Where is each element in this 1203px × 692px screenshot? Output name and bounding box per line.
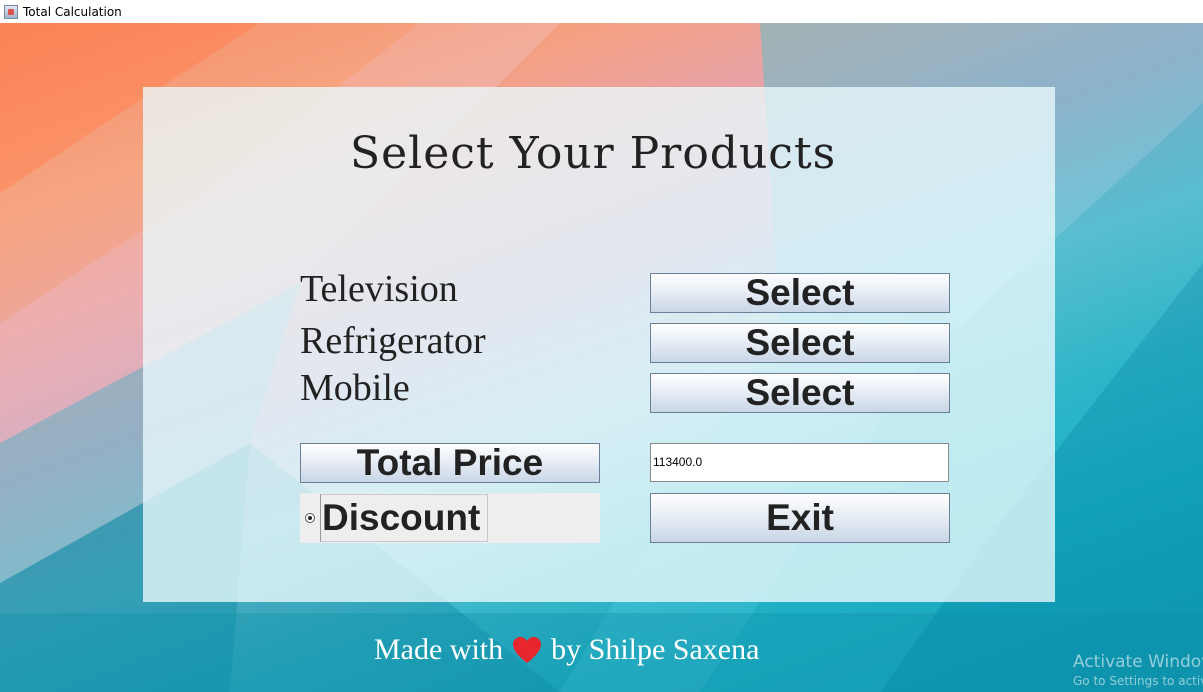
product-label-refrigerator: Refrigerator	[300, 320, 486, 362]
product-label-television: Television	[300, 268, 458, 310]
select-television-button[interactable]: Select	[650, 272, 950, 313]
watermark-subtitle: Go to Settings to activate Windows.	[1073, 674, 1203, 688]
discount-radio[interactable]	[305, 513, 315, 523]
total-price-field[interactable]: 113400.0	[650, 443, 949, 482]
window-title: Total Calculation	[23, 4, 122, 19]
watermark-title: Activate Windows	[1073, 652, 1203, 672]
activate-windows-watermark: Activate Windows Go to Settings to activ…	[1073, 652, 1203, 688]
footer-credit: Made with by Shilpe Saxena	[374, 633, 759, 667]
select-mobile-button[interactable]: Select	[650, 372, 950, 413]
product-label-mobile: Mobile	[300, 367, 410, 409]
app-window: Total Calculation Select Your Products T…	[0, 0, 1203, 692]
exit-button[interactable]: Exit	[650, 493, 950, 543]
title-bar: Total Calculation	[0, 0, 1203, 23]
heart-icon	[513, 636, 542, 664]
footer-prefix: Made with	[374, 633, 504, 666]
total-price-button[interactable]: Total Price	[300, 442, 600, 483]
java-app-icon	[4, 4, 18, 19]
discount-label[interactable]: Discount	[320, 494, 488, 542]
radio-selected-dot	[308, 516, 312, 520]
footer-suffix: by Shilpe Saxena	[551, 633, 760, 666]
select-refrigerator-button[interactable]: Select	[650, 322, 950, 363]
page-title: Select Your Products	[350, 128, 837, 179]
